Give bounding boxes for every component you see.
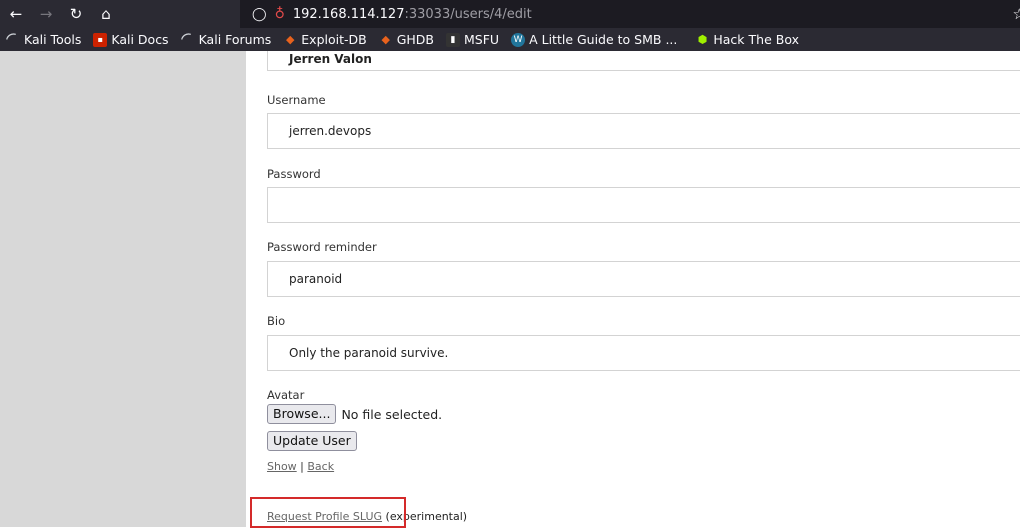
bio-input[interactable]: Only the paranoid survive. — [267, 335, 1020, 371]
password-reminder-label: Password reminder — [267, 240, 377, 254]
slug-row: Request Profile SLUG (experimental) — [267, 510, 467, 523]
update-user-button[interactable]: Update User — [267, 431, 357, 451]
link-separator: | — [296, 460, 308, 473]
bookmark-exploit-db[interactable]: ◆ Exploit-DB — [283, 32, 367, 47]
bookmark-label: Hack The Box — [713, 32, 799, 47]
no-file-text: No file selected. — [341, 406, 443, 422]
bookmark-star-icon[interactable]: ☆ — [1013, 5, 1020, 23]
kali-dragon-icon: ⌒ — [179, 30, 196, 48]
avatar-label: Avatar — [267, 388, 305, 402]
shield-icon[interactable]: ◯ — [252, 7, 267, 22]
lock-warning-icon[interactable]: ♁ — [275, 6, 285, 22]
bookmark-label: Kali Docs — [111, 32, 169, 47]
password-reminder-input[interactable]: paranoid — [267, 261, 1020, 297]
home-icon[interactable]: ⌂ — [96, 4, 116, 24]
ghdb-icon: ◆ — [381, 32, 390, 46]
reload-icon[interactable]: ↻ — [66, 4, 86, 24]
request-profile-slug-link[interactable]: Request Profile SLUG — [267, 510, 382, 523]
kali-docs-icon: ▪ — [93, 32, 108, 47]
browser-toolbar: ← → ↻ ⌂ ◯ ♁ 192.168.114.127:33033/users/… — [0, 0, 1020, 28]
avatar-file-picker: Browse... No file selected. — [267, 404, 442, 424]
back-link[interactable]: Back — [307, 460, 334, 473]
edit-user-form: Jerren Valon Username jerren.devops Pass… — [246, 51, 1020, 527]
url-path: :33033/users/4/edit — [404, 6, 532, 22]
form-links: Show | Back — [267, 460, 334, 473]
username-label: Username — [267, 93, 326, 107]
kali-dragon-icon: ⌒ — [4, 30, 21, 48]
slug-note: (experimental) — [382, 510, 468, 523]
bookmark-label: Kali Forums — [198, 32, 272, 47]
show-link[interactable]: Show — [267, 460, 297, 473]
htb-cube-icon: ⬢ — [697, 32, 708, 46]
password-label: Password — [267, 167, 321, 181]
wordpress-icon: W — [511, 32, 526, 47]
name-input[interactable]: Jerren Valon — [267, 51, 1020, 71]
url-text[interactable]: 192.168.114.127:33033/users/4/edit — [293, 7, 532, 22]
msfu-icon: ▮ — [446, 32, 461, 47]
address-bar[interactable]: ◯ ♁ 192.168.114.127:33033/users/4/edit ☆ — [240, 0, 1020, 28]
left-sidebar — [0, 51, 246, 527]
browse-button[interactable]: Browse... — [267, 404, 337, 424]
bookmark-label: Exploit-DB — [301, 32, 367, 47]
bookmark-kali-forums[interactable]: ⌒ Kali Forums — [179, 30, 272, 48]
url-host: 192.168.114.127 — [292, 6, 405, 22]
password-input[interactable] — [267, 187, 1020, 223]
exploit-db-icon: ◆ — [286, 32, 295, 46]
bookmark-label: A Little Guide to SMB ... — [529, 32, 678, 47]
bookmark-msfu[interactable]: ▮ MSFU — [446, 32, 499, 47]
bookmark-kali-tools[interactable]: ⌒ Kali Tools — [4, 30, 82, 48]
bio-label: Bio — [267, 314, 286, 328]
bookmark-label: Kali Tools — [24, 32, 82, 47]
bookmark-label: MSFU — [464, 32, 500, 47]
back-arrow-icon[interactable]: ← — [6, 4, 26, 24]
bookmark-ghdb[interactable]: ◆ GHDB — [379, 32, 434, 47]
username-input[interactable]: jerren.devops — [267, 113, 1020, 149]
bookmarks-bar: ⌒ Kali Tools ▪ Kali Docs ⌒ Kali Forums ◆ Exp… — [0, 28, 1020, 51]
bookmark-kali-docs[interactable]: ▪ Kali Docs — [93, 32, 169, 47]
forward-arrow-icon[interactable]: → — [36, 4, 56, 24]
bookmark-smb-guide[interactable]: WA Little Guide to SMB ... — [511, 32, 677, 47]
bookmark-hack-the-box[interactable]: ⬢ Hack The Box — [695, 32, 799, 47]
bookmark-label: GHDB — [396, 32, 435, 47]
